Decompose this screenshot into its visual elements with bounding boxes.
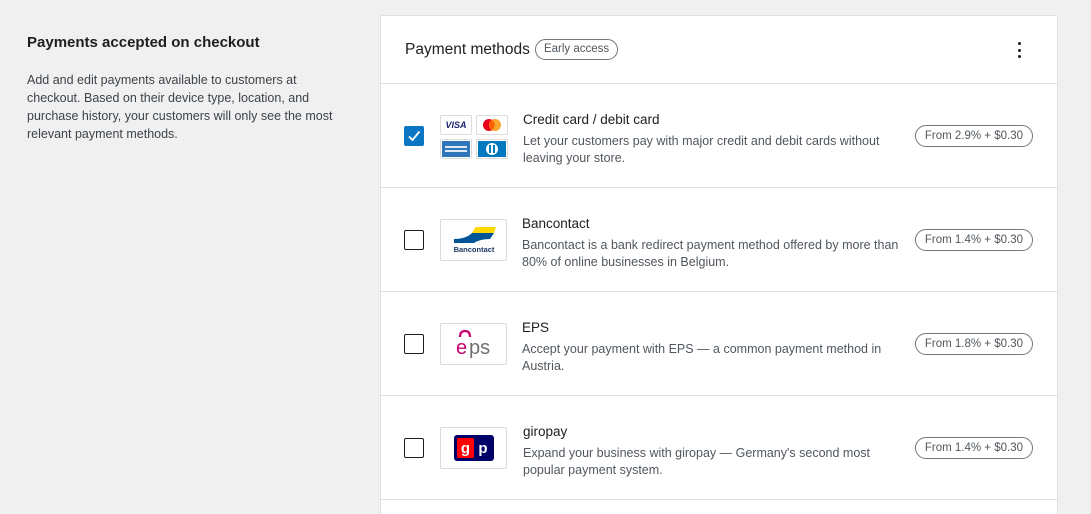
payment-method-row-eps: e ps EPS Accept your payment with EPS — … xyxy=(381,292,1057,396)
fee-badge: From 2.9% + $0.30 xyxy=(914,125,1033,147)
svg-text:p: p xyxy=(478,440,487,457)
fee-badge: From 1.4% + $0.30 xyxy=(914,437,1033,459)
method-description: Let your customers pay with major credit… xyxy=(523,134,880,165)
method-name: Credit card / debit card xyxy=(523,112,660,127)
eps-ps-glyph: ps xyxy=(469,337,490,359)
dot xyxy=(1017,42,1021,45)
dot xyxy=(1017,48,1021,52)
fee-badge: From 1.8% + $0.30 xyxy=(914,333,1033,355)
mastercard-icon xyxy=(476,115,508,135)
card-header: Payment methods Early access xyxy=(381,16,1057,84)
eps-e-glyph: e xyxy=(456,337,467,359)
card-logos: VISA xyxy=(440,115,510,161)
section-description: Add and edit payments available to custo… xyxy=(27,73,333,141)
credit-card-checkbox[interactable] xyxy=(404,126,424,146)
giropay-checkbox[interactable] xyxy=(404,438,424,458)
more-options-icon[interactable] xyxy=(1011,40,1027,60)
method-name: giropay xyxy=(523,424,568,439)
dot xyxy=(1017,55,1021,58)
payment-methods-card: Payment methods Early access VISA Credit… xyxy=(380,15,1058,514)
fee-badge: From 1.4% + $0.30 xyxy=(914,229,1033,251)
method-name: Bancontact xyxy=(522,216,590,231)
method-description: Expand your business with giropay — Germ… xyxy=(523,446,870,477)
bancontact-logo-icon: Bancontact xyxy=(440,219,507,261)
svg-text:g: g xyxy=(460,440,469,457)
amex-icon xyxy=(440,139,472,159)
payment-method-row-card: VISA Credit card / debit card Let your c… xyxy=(381,84,1057,188)
method-name: EPS xyxy=(522,320,550,335)
eps-logo-icon: e ps xyxy=(440,323,507,365)
top-bar xyxy=(0,0,1091,16)
section-title: Payments accepted on checkout xyxy=(27,34,260,51)
payment-method-row-bancontact: Bancontact Bancontact Bancontact is a ba… xyxy=(381,188,1057,292)
card-title: Payment methods xyxy=(405,40,530,58)
early-access-badge: Early access xyxy=(534,39,619,60)
bancontact-checkbox[interactable] xyxy=(404,230,424,250)
method-description: Bancontact is a bank redirect payment me… xyxy=(522,238,899,269)
checkmark-icon xyxy=(408,130,421,142)
payment-method-row-giropay: g p giropay Expand your business with gi… xyxy=(381,396,1057,500)
svg-text:Bancontact: Bancontact xyxy=(453,245,494,254)
visa-icon: VISA xyxy=(440,115,472,135)
settings-section-intro: Payments accepted on checkout Add and ed… xyxy=(27,33,357,143)
eps-checkbox[interactable] xyxy=(404,334,424,354)
diners-icon xyxy=(476,139,508,159)
method-description: Accept your payment with EPS — a common … xyxy=(522,342,882,373)
giropay-logo-icon: g p xyxy=(440,427,507,469)
